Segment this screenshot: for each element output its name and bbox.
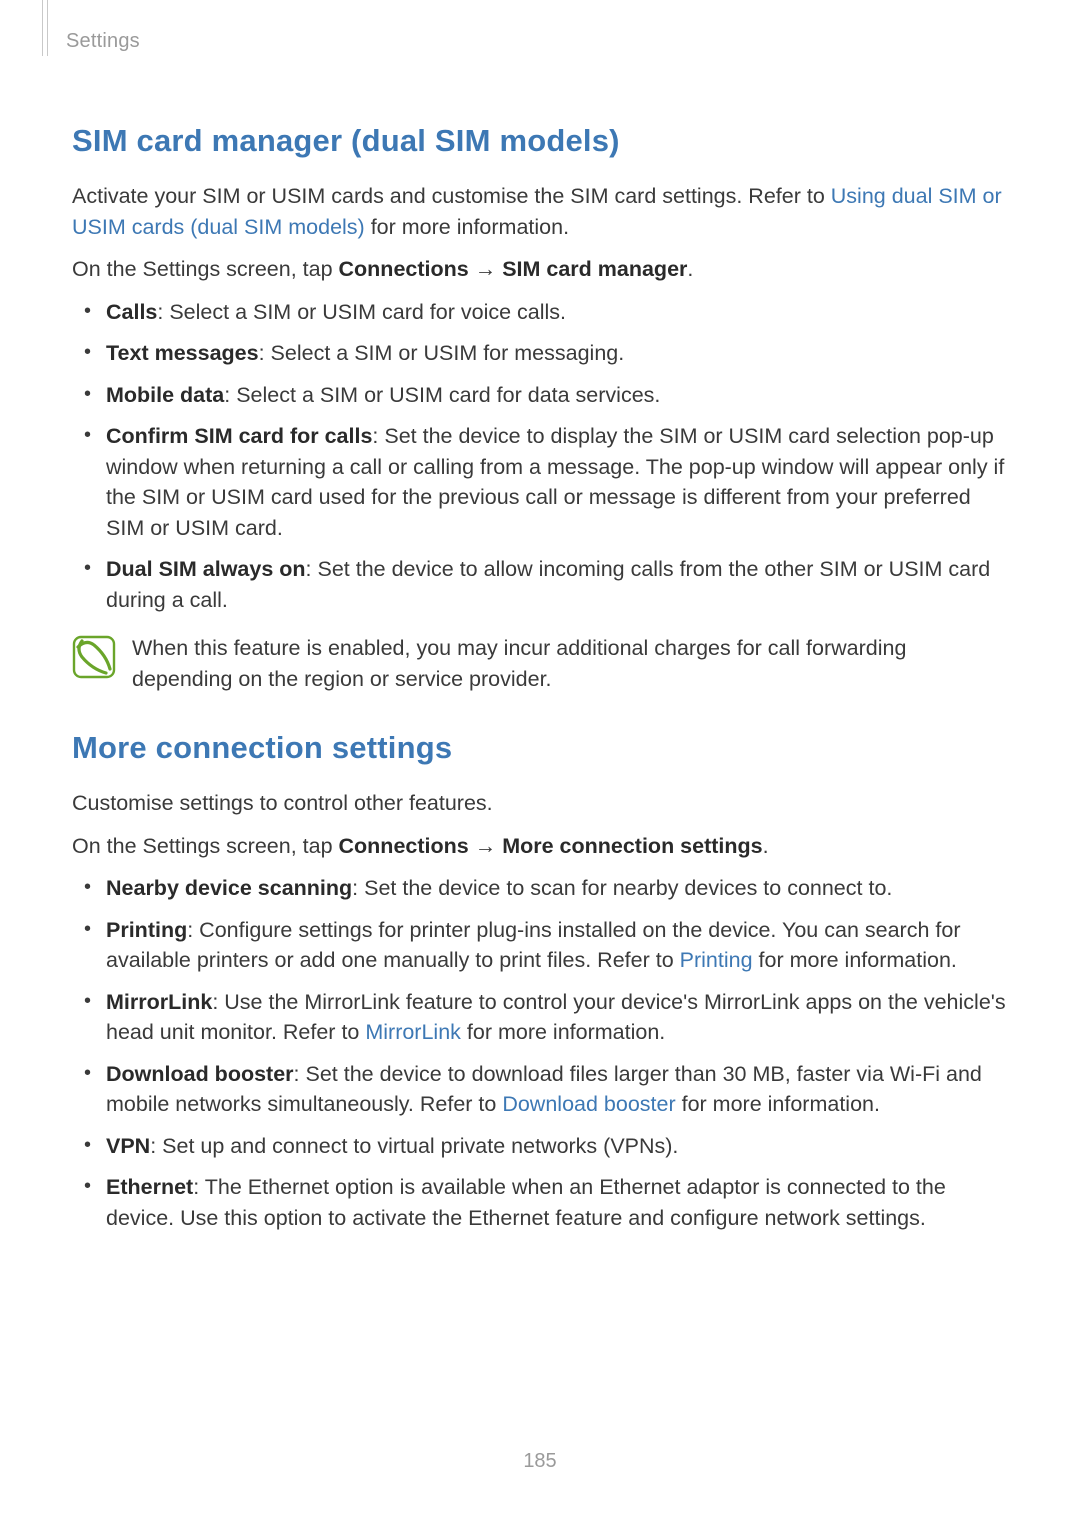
list-item: Text messages: Select a SIM or USIM for … — [72, 338, 1008, 369]
link-mirrorlink[interactable]: MirrorLink — [365, 1020, 461, 1044]
list-item: MirrorLink: Use the MirrorLink feature t… — [72, 987, 1008, 1048]
page-content: Settings SIM card manager (dual SIM mode… — [0, 0, 1080, 1233]
nav-bold: Connections — [339, 257, 469, 281]
bullet-term: Dual SIM always on — [106, 557, 306, 581]
nav-instruction-1: On the Settings screen, tap Connections … — [72, 254, 1008, 285]
heading-more-connection-settings: More connection settings — [72, 730, 1008, 766]
text: for more information. — [365, 215, 569, 239]
nav-bold: SIM card manager — [502, 257, 687, 281]
breadcrumb: Settings — [66, 30, 1008, 53]
bullet-term: Download booster — [106, 1062, 294, 1086]
intro-paragraph-1: Activate your SIM or USIM cards and cust… — [72, 181, 1008, 242]
bullet-text: : Select a SIM or USIM card for voice ca… — [157, 300, 566, 324]
arrow-icon: → — [475, 834, 497, 858]
text: On the Settings screen, tap — [72, 834, 339, 858]
text: On the Settings screen, tap — [72, 257, 339, 281]
arrow-icon: → — [475, 257, 497, 281]
list-item: Dual SIM always on: Set the device to al… — [72, 554, 1008, 615]
heading-sim-card-manager: SIM card manager (dual SIM models) — [72, 123, 1008, 159]
bullet-term: MirrorLink — [106, 990, 212, 1014]
text: . — [763, 834, 769, 858]
bullet-text: : Select a SIM or USIM for messaging. — [259, 341, 625, 365]
list-item: Download booster: Set the device to down… — [72, 1059, 1008, 1120]
bullet-list-2: Nearby device scanning: Set the device t… — [72, 873, 1008, 1233]
bullet-term: Ethernet — [106, 1175, 193, 1199]
list-item: Confirm SIM card for calls: Set the devi… — [72, 421, 1008, 543]
bullet-term: Text messages — [106, 341, 259, 365]
note-text: When this feature is enabled, you may in… — [132, 633, 1008, 694]
bullet-text: : Select a SIM or USIM card for data ser… — [224, 383, 660, 407]
bullet-list-1: Calls: Select a SIM or USIM card for voi… — [72, 297, 1008, 616]
bullet-text: for more information. — [461, 1020, 665, 1044]
bullet-term: Nearby device scanning — [106, 876, 352, 900]
bullet-term: Confirm SIM card for calls — [106, 424, 372, 448]
list-item: Ethernet: The Ethernet option is availab… — [72, 1172, 1008, 1233]
bullet-term: Printing — [106, 918, 187, 942]
bullet-text: for more information. — [753, 948, 957, 972]
nav-instruction-2: On the Settings screen, tap Connections … — [72, 831, 1008, 862]
list-item: Mobile data: Select a SIM or USIM card f… — [72, 380, 1008, 411]
bullet-term: Mobile data — [106, 383, 224, 407]
nav-bold: More connection settings — [502, 834, 762, 858]
nav-bold: Connections — [339, 834, 469, 858]
bullet-text: : Set the device to scan for nearby devi… — [352, 876, 892, 900]
list-item: Calls: Select a SIM or USIM card for voi… — [72, 297, 1008, 328]
header-rule — [42, 0, 48, 56]
page-number: 185 — [0, 1450, 1080, 1473]
list-item: Nearby device scanning: Set the device t… — [72, 873, 1008, 904]
link-download-booster[interactable]: Download booster — [502, 1092, 675, 1116]
list-item: Printing: Configure settings for printer… — [72, 915, 1008, 976]
bullet-term: VPN — [106, 1134, 150, 1158]
bullet-text: : Set up and connect to virtual private … — [150, 1134, 678, 1158]
list-item: VPN: Set up and connect to virtual priva… — [72, 1131, 1008, 1162]
bullet-text: for more information. — [676, 1092, 880, 1116]
note-block: When this feature is enabled, you may in… — [72, 633, 1008, 694]
bullet-text: : The Ethernet option is available when … — [106, 1175, 946, 1230]
link-printing[interactable]: Printing — [680, 948, 753, 972]
text: Activate your SIM or USIM cards and cust… — [72, 184, 831, 208]
note-icon — [72, 635, 116, 679]
bullet-term: Calls — [106, 300, 157, 324]
text: . — [687, 257, 693, 281]
intro-paragraph-2: Customise settings to control other feat… — [72, 788, 1008, 819]
